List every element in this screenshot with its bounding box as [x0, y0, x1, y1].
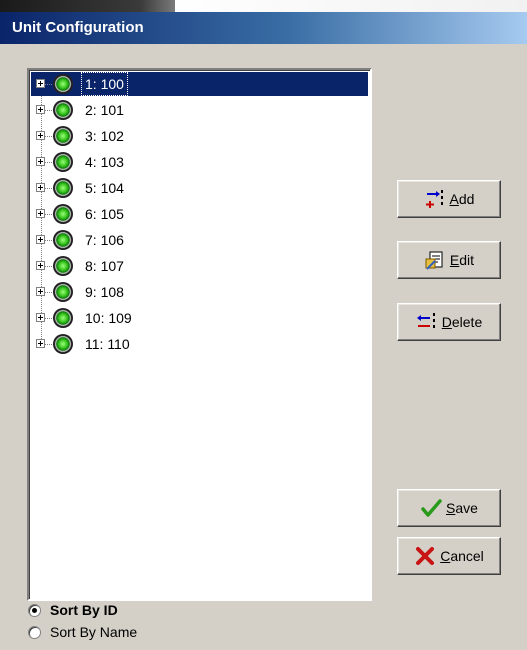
window-title-bar: Unit Configuration — [0, 12, 527, 44]
tree-node[interactable]: 9: 108 — [29, 280, 370, 304]
plus-expander-icon[interactable] — [36, 287, 45, 296]
tree-node[interactable]: 3: 102 — [29, 124, 370, 148]
edit-document-icon — [424, 249, 446, 271]
add-row-icon — [424, 188, 446, 210]
sort-by-name-option[interactable]: Sort By Name — [28, 622, 137, 642]
tree-node-label: 5: 104 — [85, 180, 124, 196]
edit-mnemonic: E — [449, 252, 460, 268]
add-button[interactable]: Add — [397, 180, 501, 218]
sort-by-id-label: Sort By ID — [50, 602, 118, 618]
tree-node[interactable]: 5: 104 — [29, 176, 370, 200]
unit-tree[interactable]: 1: 100 2: 101 3: 102 4: 103 5: 104 6: 105 7: 1… — [27, 68, 372, 601]
delete-mnemonic: D — [441, 314, 452, 330]
window-title: Unit Configuration — [12, 19, 144, 36]
sort-by-name-label: Sort By Name — [50, 624, 138, 640]
tree-node-label: 1: 100 — [81, 72, 128, 96]
plus-expander-icon[interactable] — [36, 157, 45, 166]
tree-node-label: 8: 107 — [85, 258, 124, 274]
green-status-icon — [53, 74, 73, 94]
edit-label: dit — [459, 252, 475, 268]
green-status-icon — [53, 334, 73, 354]
plus-expander-icon[interactable] — [36, 131, 45, 140]
save-button[interactable]: Save — [397, 489, 501, 527]
tree-node[interactable]: 11: 110 — [29, 332, 370, 356]
save-mnemonic: S — [446, 500, 456, 516]
red-x-icon — [414, 545, 436, 567]
add-mnemonic: A — [449, 191, 459, 207]
add-label: dd — [458, 191, 475, 207]
green-status-icon — [53, 256, 73, 276]
plus-expander-icon[interactable] — [36, 105, 45, 114]
cancel-mnemonic: C — [440, 548, 451, 564]
plus-expander-icon[interactable] — [36, 261, 45, 270]
save-label: ave — [455, 500, 478, 516]
tree-node-label: 6: 105 — [85, 206, 124, 222]
tree-node-label: 3: 102 — [85, 128, 124, 144]
cancel-label: ancel — [450, 548, 484, 564]
sort-by-id-radio[interactable] — [28, 603, 41, 617]
sort-by-name-radio[interactable] — [28, 625, 41, 639]
delete-label: elete — [451, 314, 483, 330]
tree-node[interactable]: 8: 107 — [29, 254, 370, 278]
delete-row-icon — [416, 311, 438, 333]
checkmark-icon — [420, 497, 442, 519]
green-status-icon — [53, 282, 73, 302]
top-strip-dark — [0, 0, 175, 12]
tree-node-label: 9: 108 — [85, 284, 124, 300]
tree-node-label: 4: 103 — [85, 154, 124, 170]
tree-node-label: 11: 110 — [85, 336, 130, 352]
green-status-icon — [53, 126, 73, 146]
tree-node[interactable]: 10: 109 — [29, 306, 370, 330]
plus-expander-icon[interactable] — [36, 313, 45, 322]
tree-node-label: 7: 106 — [85, 232, 124, 248]
green-status-icon — [53, 152, 73, 172]
plus-expander-icon[interactable] — [36, 183, 45, 192]
tree-node-label: 2: 101 — [85, 102, 124, 118]
tree-node[interactable]: 7: 106 — [29, 228, 370, 252]
tree-node[interactable]: 4: 103 — [29, 150, 370, 174]
plus-expander-icon[interactable] — [36, 339, 45, 348]
green-status-icon — [53, 204, 73, 224]
green-status-icon — [53, 230, 73, 250]
edit-button[interactable]: Edit — [397, 241, 501, 279]
green-status-icon — [53, 308, 73, 328]
plus-expander-icon[interactable] — [36, 209, 45, 218]
green-status-icon — [53, 100, 73, 120]
tree-node[interactable]: 1: 100 — [29, 72, 370, 96]
green-status-icon — [53, 178, 73, 198]
plus-expander-icon[interactable] — [36, 235, 45, 244]
tree-node-label: 10: 109 — [85, 310, 132, 326]
tree-node[interactable]: 6: 105 — [29, 202, 370, 226]
tree-node[interactable]: 2: 101 — [29, 98, 370, 122]
cancel-button[interactable]: Cancel — [397, 537, 501, 575]
delete-button[interactable]: Delete — [397, 303, 501, 341]
plus-expander-icon[interactable] — [36, 79, 45, 88]
sort-by-id-option[interactable]: Sort By ID — [28, 600, 118, 620]
